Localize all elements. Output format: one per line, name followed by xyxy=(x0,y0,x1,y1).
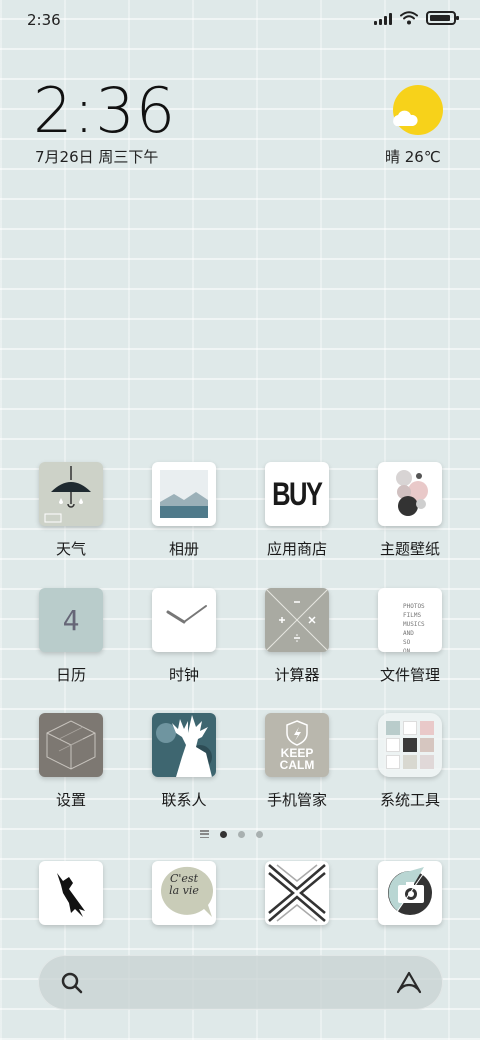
mini-app-icon xyxy=(420,738,434,752)
cest-la-vie-message-icon: C'est la vie xyxy=(152,861,216,925)
app-gallery[interactable]: 相册 xyxy=(134,462,234,559)
search-bar[interactable] xyxy=(38,955,443,1010)
wifi-icon xyxy=(400,11,418,25)
camera-icon xyxy=(378,861,442,925)
app-label: 主题壁纸 xyxy=(379,540,440,558)
mini-app-icon xyxy=(386,738,400,752)
date-label[interactable]: 7月26日 周三下午 xyxy=(35,146,158,167)
mini-app-icon xyxy=(403,721,417,735)
system-tools-folder-icon xyxy=(378,713,442,777)
assistant-icon[interactable] xyxy=(395,971,423,995)
app-label: 联系人 xyxy=(161,791,207,809)
mini-app-icon xyxy=(386,755,400,769)
clock-widget[interactable]: 2:36 xyxy=(33,78,176,144)
app-themes[interactable]: 主题壁纸 xyxy=(360,462,460,559)
file-manager-icon-text: PHOTOS FILMS MUSICS AND SO ON xyxy=(403,603,425,652)
dock-app-camera[interactable] xyxy=(360,861,460,925)
page-dot-2[interactable] xyxy=(238,830,245,838)
app-calendar[interactable]: 4 日历 xyxy=(21,588,121,685)
themes-bubbles-icon xyxy=(378,462,442,526)
calendar-day: 4 xyxy=(62,603,80,637)
signal-icon xyxy=(374,11,392,25)
clock-hands-icon xyxy=(152,588,216,652)
mini-app-icon xyxy=(420,755,434,769)
status-bar: 2:36 xyxy=(0,0,480,40)
settings-cube-icon xyxy=(39,713,103,777)
file-manager-text-icon: PHOTOS FILMS MUSICS AND SO ON xyxy=(378,588,442,652)
app-label: 计算器 xyxy=(274,666,320,684)
app-weather[interactable]: 天气 xyxy=(21,462,121,559)
app-label: 手机管家 xyxy=(266,791,327,809)
app-clock[interactable]: 时钟 xyxy=(134,588,234,685)
dock-app-messages[interactable]: C'est la vie xyxy=(134,861,234,925)
buy-text: BUY xyxy=(272,475,323,512)
app-label: 时钟 xyxy=(168,666,199,684)
gallery-landscape-icon xyxy=(152,462,216,526)
app-contacts[interactable]: 联系人 xyxy=(134,713,234,810)
sun-cloud-icon[interactable] xyxy=(390,84,444,138)
status-icons xyxy=(374,11,459,25)
mini-app-icon xyxy=(420,721,434,735)
app-label: 日历 xyxy=(55,666,86,684)
app-label: 设置 xyxy=(55,791,86,809)
app-calculator[interactable]: 计算器 xyxy=(247,588,347,685)
dock-app-browser[interactable] xyxy=(247,861,347,925)
page-indicator[interactable] xyxy=(200,830,263,838)
app-label: 天气 xyxy=(55,540,86,558)
app-file-manager[interactable]: PHOTOS FILMS MUSICS AND SO ON 文件管理 xyxy=(360,588,460,685)
stripes-x-icon xyxy=(265,861,329,925)
cest-la-vie-text: C'est la vie xyxy=(169,872,199,897)
bird-icon xyxy=(39,861,103,925)
status-time: 2:36 xyxy=(27,11,61,29)
security-keep-calm-icon: KEEP CALM xyxy=(265,713,329,777)
mini-app-icon xyxy=(386,721,400,735)
mini-app-icon xyxy=(403,738,417,752)
calendar-icon: 4 xyxy=(39,588,103,652)
page-dot-1[interactable] xyxy=(220,830,227,838)
app-label: 系统工具 xyxy=(379,791,440,809)
dock-app-phone[interactable] xyxy=(21,861,121,925)
search-icon[interactable] xyxy=(60,971,84,995)
page-dot-3[interactable] xyxy=(256,830,263,838)
app-store-buy-icon: BUY xyxy=(265,462,329,526)
app-system-tools[interactable]: 系统工具 xyxy=(360,713,460,810)
app-store[interactable]: BUY 应用商店 xyxy=(247,462,347,559)
contacts-deer-icon xyxy=(152,713,216,777)
app-label: 应用商店 xyxy=(266,540,327,558)
mini-app-icon xyxy=(403,755,417,769)
calculator-cross-icon xyxy=(265,588,329,652)
weather-label[interactable]: 晴 26℃ xyxy=(385,146,441,167)
app-label: 相册 xyxy=(168,540,199,558)
battery-icon xyxy=(426,11,459,25)
app-label: 文件管理 xyxy=(379,666,440,684)
keep-calm-text: KEEP CALM xyxy=(279,746,315,772)
app-settings[interactable]: 设置 xyxy=(21,713,121,810)
app-security[interactable]: KEEP CALM 手机管家 xyxy=(247,713,347,810)
weather-umbrella-icon xyxy=(39,462,103,526)
menu-lines-icon[interactable] xyxy=(200,830,209,838)
